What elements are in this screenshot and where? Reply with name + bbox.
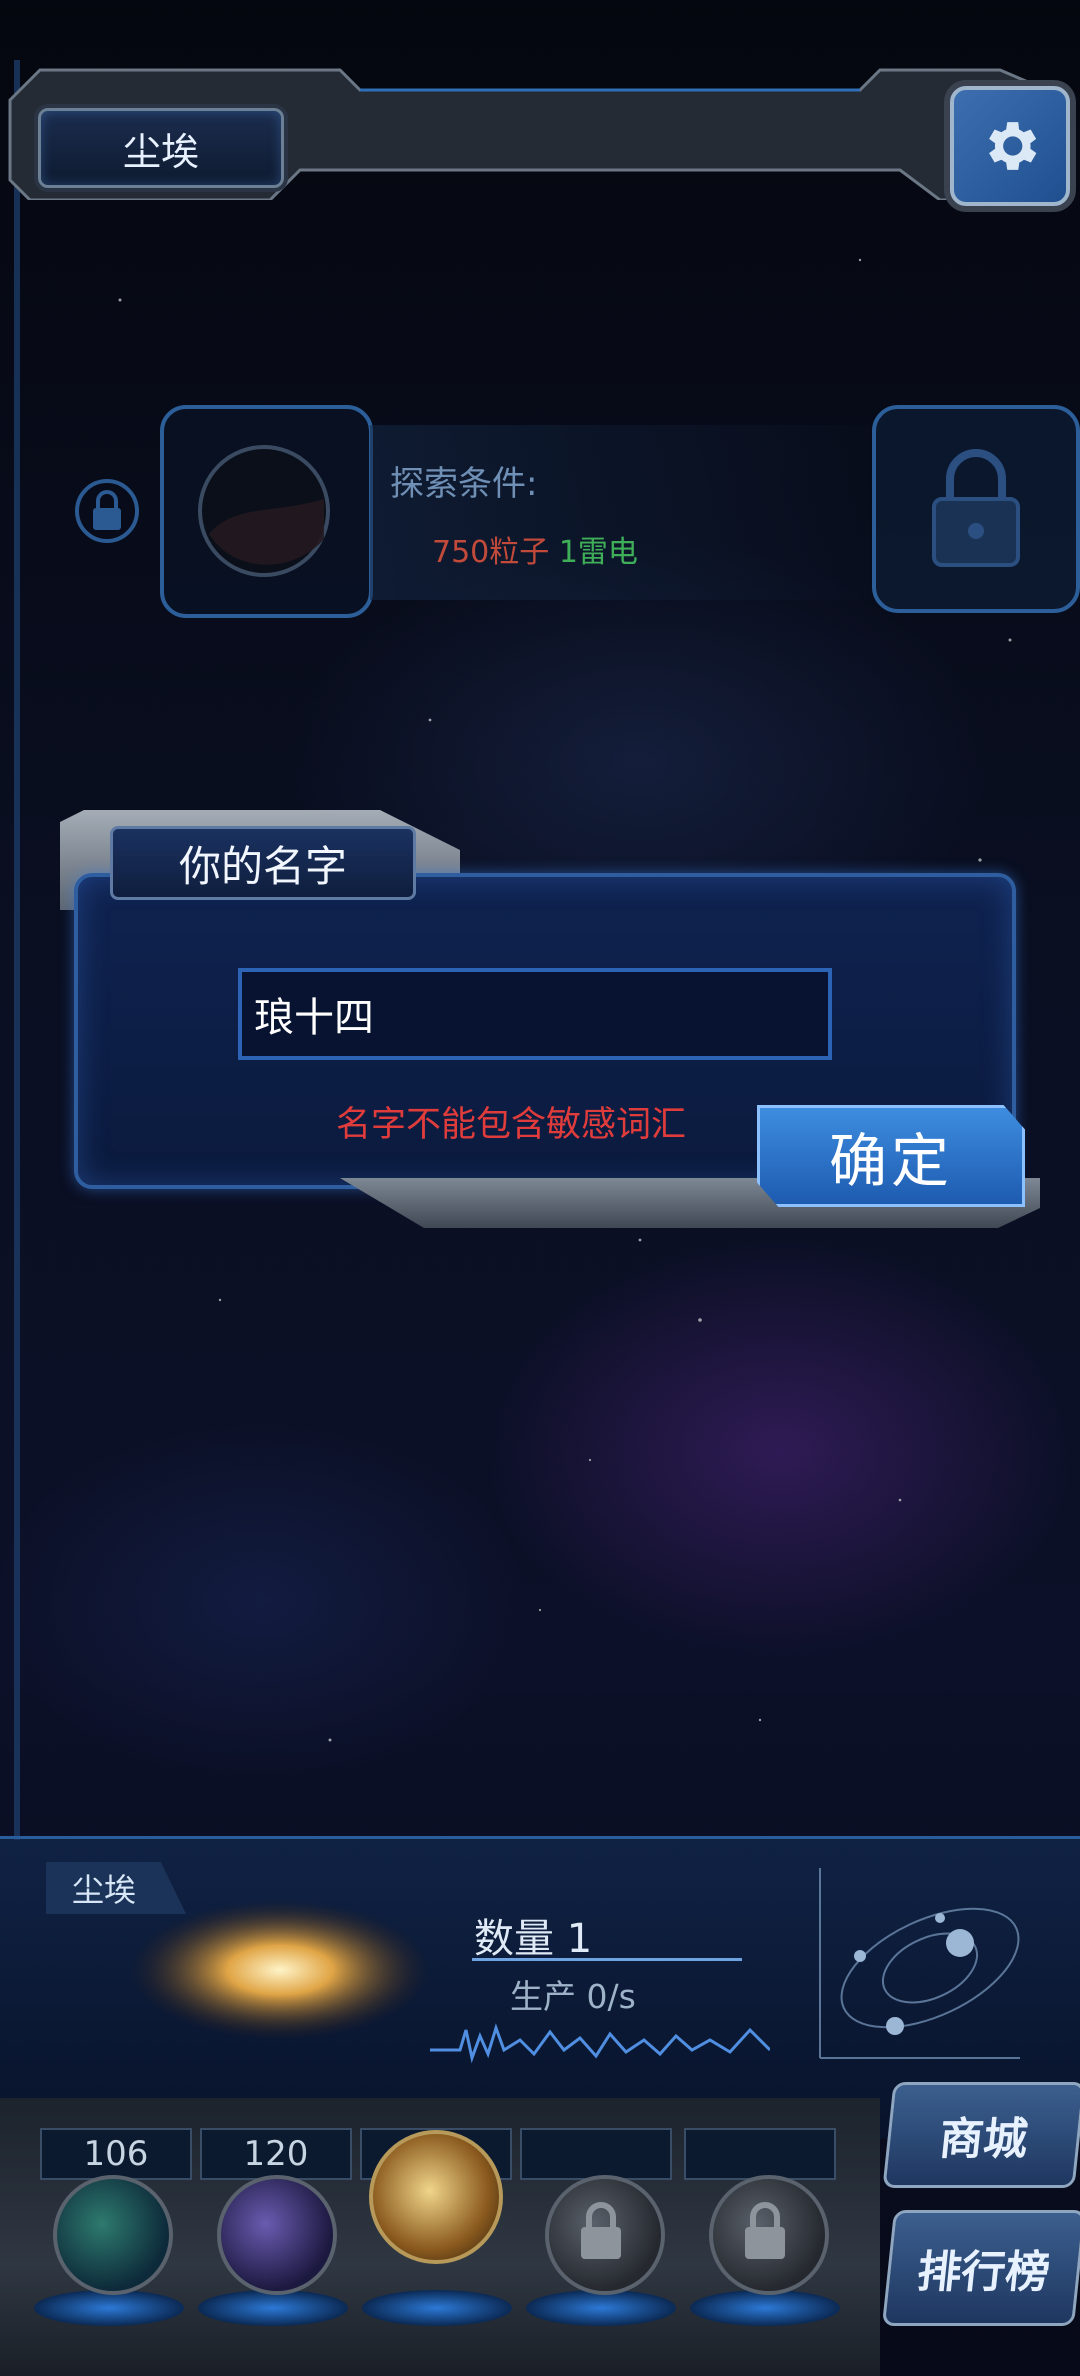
cost-particles: 750粒子 [432,535,550,570]
padlock-icon [932,449,1020,567]
element-quantity: 数量 1 [474,1916,593,1962]
slot-count: 106 [40,2128,192,2180]
orbit-diagram-icon [819,1868,1020,2059]
locked-explore-button[interactable] [872,405,1080,613]
atom-orb-icon[interactable] [53,2175,173,2295]
slot-pedestal [526,2290,676,2326]
lock-orb-icon[interactable] [709,2175,829,2295]
slot-pedestal [362,2290,512,2326]
ranking-button[interactable]: 排行榜 [881,2210,1080,2326]
dialog-title: 你的名字 [110,826,416,900]
cost-thunder: 1雷电 [558,535,638,570]
ranking-button-label: 排行榜 [914,2247,1053,2298]
stage-title-text: 尘埃 [122,129,199,174]
explore-condition-label: 探索条件: [390,464,538,504]
explore-cost: 750粒子 1雷电 [432,527,638,571]
lightning-orb-icon[interactable] [217,2175,337,2295]
slot-count [684,2128,836,2180]
dialog-title-text: 你的名字 [178,841,347,891]
shop-button[interactable]: 商城 [882,2082,1080,2188]
name-input[interactable] [238,968,832,1060]
dust-cloud-icon [130,1900,430,2040]
lock-orb-icon[interactable] [545,2175,665,2295]
stage-title: 尘埃 [38,108,284,188]
waveform-graphic [430,2023,770,2064]
name-warning-message: 名字不能包含敏感词汇 [336,1105,687,1145]
quantity-divider [472,1958,742,1961]
planet-icon [198,445,330,577]
slot-count: 120 [200,2128,352,2180]
slot-count [520,2128,672,2180]
planet-card[interactable] [160,405,373,618]
explore-info-panel [370,425,870,600]
slot-pedestal [198,2290,348,2326]
lock-icon [75,479,139,543]
gear-icon [989,122,1037,170]
shop-button-label: 商城 [936,2114,1031,2165]
dust-orb-icon[interactable] [369,2130,503,2264]
settings-button[interactable] [950,86,1070,206]
confirm-button-label: 确定 [828,1127,953,1195]
confirm-button[interactable]: 确定 [757,1105,1025,1207]
padlock-icon [581,2202,621,2259]
slot-pedestal [690,2290,840,2326]
slot-pedestal [34,2290,184,2326]
padlock-icon [745,2202,785,2259]
